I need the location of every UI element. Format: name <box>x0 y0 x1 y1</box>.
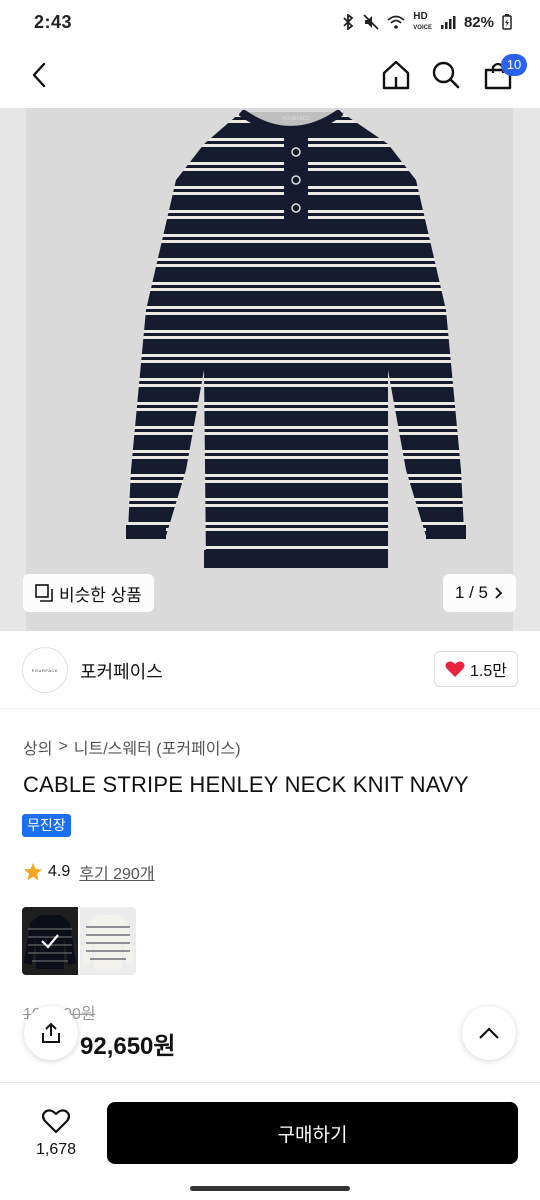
breadcrumb-subcategory[interactable]: 니트/스웨터 (포커페이스) <box>74 735 241 759</box>
heart-icon <box>445 661 465 677</box>
color-option-ivory[interactable] <box>80 907 136 975</box>
rating-row: 4.9 후기 290개 <box>23 860 155 884</box>
image-page-counter[interactable]: 1 / 5 <box>442 574 516 612</box>
promo-tag: 무진장 <box>22 814 71 837</box>
wifi-icon <box>387 15 405 29</box>
signal-icon <box>440 16 456 29</box>
garment-label-text: FOURFACE <box>282 116 310 122</box>
wishlist-button[interactable]: 1,678 <box>26 1103 86 1163</box>
selected-overlay <box>22 907 78 975</box>
breadcrumb-category[interactable]: 상의 <box>23 735 52 759</box>
share-icon <box>42 1022 60 1043</box>
chevron-right-icon <box>495 587 503 599</box>
back-icon <box>32 62 46 88</box>
bottom-action-bar: 1,678 구매하기 <box>0 1082 540 1178</box>
top-nav: 10 <box>0 44 540 106</box>
cart-count-badge: 10 <box>501 54 527 76</box>
product-title: CABLE STRIPE HENLEY NECK KNIT NAVY <box>23 772 469 797</box>
home-button[interactable] <box>373 52 419 98</box>
heart-outline-icon <box>41 1109 71 1134</box>
status-bar: 2:43 HD VOICE 82% <box>0 0 540 44</box>
bluetooth-icon <box>343 14 354 30</box>
hd-voice-label: HD VOICE <box>413 10 432 31</box>
chevron-up-icon <box>479 1027 499 1039</box>
share-button[interactable] <box>24 1006 78 1060</box>
scroll-to-top-button[interactable] <box>462 1006 516 1060</box>
search-button[interactable] <box>423 52 469 98</box>
star-icon <box>24 863 42 881</box>
product-photo: FOURFACE <box>26 108 513 631</box>
check-icon <box>41 934 59 949</box>
search-icon <box>432 61 460 89</box>
buy-button[interactable]: 구매하기 <box>107 1102 518 1164</box>
battery-percent: 82% <box>463 13 494 31</box>
color-option-navy[interactable] <box>22 907 78 975</box>
page-counter-text: 1 / 5 <box>454 583 488 602</box>
home-icon <box>382 60 410 90</box>
status-icons: HD VOICE 82% <box>341 10 512 33</box>
brand-like-count: 1.5만 <box>470 663 507 680</box>
similar-products-label: 비슷한 상품 <box>59 585 142 605</box>
breadcrumb: 상의 > 니트/스웨터 (포커페이스) <box>23 735 241 759</box>
rating-value: 4.9 <box>48 863 71 880</box>
brand-like-button[interactable]: 1.5만 <box>434 651 518 687</box>
back-button[interactable] <box>17 52 63 98</box>
brand-row: FOURFACE 포커페이스 1.5만 <box>0 631 540 709</box>
similar-products-button[interactable]: 비슷한 상품 <box>23 574 154 612</box>
similar-icon <box>35 584 53 602</box>
mute-icon <box>363 14 379 30</box>
color-options <box>22 907 136 975</box>
ivory-thumb-image <box>82 915 134 969</box>
battery-icon <box>502 14 512 30</box>
product-image-gallery[interactable]: FOURFACE 비슷한 상품 1 / 5 <box>0 108 540 631</box>
review-link[interactable]: 후기 290개 <box>79 860 154 884</box>
wishlist-count: 1,678 <box>35 1141 77 1158</box>
status-time: 2:43 <box>34 11 73 32</box>
brand-logo-text: FOURFACE <box>31 667 59 673</box>
home-indicator <box>190 1186 350 1191</box>
sale-price: 92,650원 <box>80 1033 176 1060</box>
brand-logo[interactable]: FOURFACE <box>22 647 68 693</box>
brand-name[interactable]: 포커페이스 <box>80 658 163 684</box>
cart-button[interactable]: 10 <box>475 52 527 98</box>
breadcrumb-separator: > <box>58 738 68 755</box>
sweater-image: FOURFACE <box>126 110 466 568</box>
